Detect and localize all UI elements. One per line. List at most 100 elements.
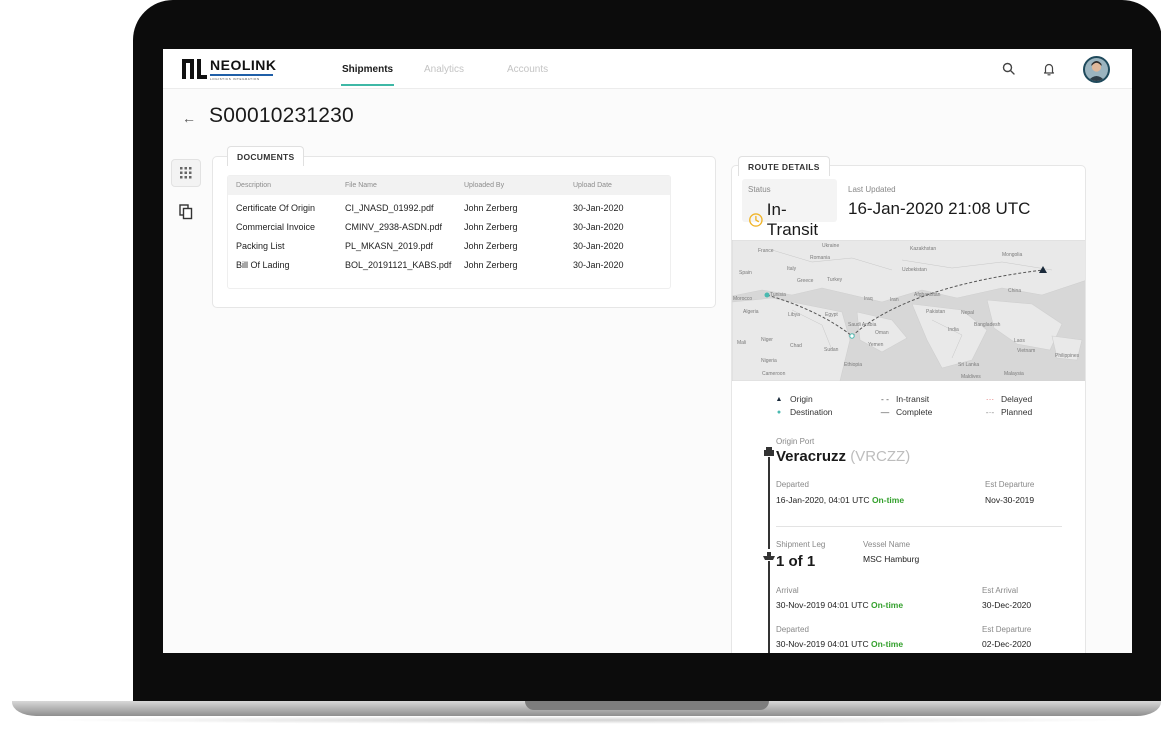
leg-departed-value: 30-Nov-2019 04:01 UTC On-time <box>776 639 903 649</box>
legend-destination-symbol: ● <box>776 408 782 416</box>
origin-departed-value: 16-Jan-2020, 04:01 UTC On-time <box>776 495 904 505</box>
legend-destination: ● Destination <box>772 407 833 417</box>
tab-shipments[interactable]: Shipments <box>342 64 393 75</box>
legend-delayed: ··· Delayed <box>983 394 1032 404</box>
cell-upload-date: 30-Jan-2020 <box>573 203 624 213</box>
map-label: Niger <box>761 337 773 343</box>
destination-marker <box>764 292 770 298</box>
map-label: Mongolia <box>1002 252 1023 258</box>
shipment-leg-value: 1 of 1 <box>776 553 816 570</box>
column-header-file-name: File Name <box>345 182 377 189</box>
leg-est-departure-value: 02-Dec-2020 <box>982 639 1032 649</box>
arrival-label: Arrival <box>776 586 799 595</box>
route-details-card: Status In-Transit Last Updated 16-Jan-20… <box>731 165 1086 653</box>
top-navbar: NEOLINK LOGISTICS INTEGRATION Shipments … <box>163 49 1132 89</box>
route-map[interactable]: France Ukraine Kazakhstan Mongolia Roman… <box>732 240 1085 381</box>
brand-tagline: LOGISTICS INTEGRATION <box>210 77 260 81</box>
legend-planned: -·- Planned <box>983 407 1032 417</box>
map-label: Libya <box>788 312 800 318</box>
search-icon[interactable] <box>1001 61 1017 77</box>
origin-est-departure-label: Est Departure <box>985 480 1035 489</box>
leg-departed-time: 30-Nov-2019 04:01 UTC <box>776 639 869 649</box>
leg-departed-status: On-time <box>870 639 904 649</box>
timeline-divider <box>776 526 1062 527</box>
cell-upload-date: 30-Jan-2020 <box>573 241 624 251</box>
cell-description: Commercial Invoice <box>236 222 316 232</box>
back-button[interactable]: ← <box>182 110 196 126</box>
laptop-shadow <box>40 716 1140 724</box>
user-avatar[interactable] <box>1083 56 1110 83</box>
map-label: Pakistan <box>926 309 946 315</box>
map-label: Turkey <box>827 277 843 283</box>
origin-departed-time: 16-Jan-2020, 04:01 UTC <box>776 495 870 505</box>
documents-tab[interactable]: DOCUMENTS <box>227 146 305 166</box>
origin-est-departure-value: Nov-30-2019 <box>985 495 1035 505</box>
ship-icon <box>762 549 776 561</box>
legend-origin: ▲ Origin <box>772 394 813 404</box>
map-label: Iran <box>890 297 899 303</box>
status-value: In-Transit <box>748 200 837 240</box>
map-label: Malaysia <box>1004 371 1024 377</box>
origin-port-code: (VRCZZ) <box>850 448 911 465</box>
cell-file-name[interactable]: BOL_20191121_KABS.pdf <box>345 260 451 270</box>
cell-file-name[interactable]: CI_JNASD_01992.pdf <box>345 203 434 213</box>
est-arrival-value: 30-Dec-2020 <box>982 600 1032 610</box>
arrival-status: On-time <box>870 600 904 610</box>
map-label: Oman <box>875 330 889 336</box>
origin-port-name: Veracruzz (VRCZZ) <box>776 448 910 465</box>
status-label: Status <box>748 185 771 194</box>
legend-label: In-transit <box>896 394 930 404</box>
documents-table: Description File Name Uploaded By Upload… <box>227 175 671 289</box>
map-label: Greece <box>797 278 814 284</box>
map-label: Italy <box>787 266 797 272</box>
legend-delayed-symbol: ··· <box>985 394 995 404</box>
map-label: Tunisia <box>770 292 786 298</box>
grid-icon <box>180 167 192 179</box>
laptop-notch <box>525 701 769 710</box>
status-box: Status In-Transit <box>742 179 837 239</box>
map-label: China <box>1008 288 1022 294</box>
laptop-mockup: NEOLINK LOGISTICS INTEGRATION Shipments … <box>0 0 1161 734</box>
map-label: Ethiopia <box>844 362 863 368</box>
documents-card: Description File Name Uploaded By Upload… <box>212 156 716 308</box>
cell-description: Certificate Of Origin <box>236 203 316 213</box>
route-details-tab[interactable]: ROUTE DETAILS <box>738 156 830 176</box>
origin-port-label: Origin Port <box>776 437 815 446</box>
column-header-upload-date: Upload Date <box>573 182 612 189</box>
tab-analytics[interactable]: Analytics <box>424 64 464 75</box>
map-label: Nepal <box>961 310 975 316</box>
cell-file-name[interactable]: CMINV_2938-ASDN.pdf <box>345 222 442 232</box>
documents-table-header: Description File Name Uploaded By Upload… <box>228 176 670 195</box>
map-label: Iraq <box>864 296 873 302</box>
grid-view-button[interactable] <box>171 159 201 187</box>
legend-label: Origin <box>790 394 813 404</box>
active-tab-indicator <box>341 84 394 86</box>
route-map-graphic <box>732 240 1085 381</box>
legend-label: Delayed <box>1001 394 1033 404</box>
cell-file-name[interactable]: PL_MKASN_2019.pdf <box>345 241 433 251</box>
arrival-time: 30-Nov-2019 04:01 UTC <box>776 600 869 610</box>
brand-logo[interactable]: NEOLINK LOGISTICS INTEGRATION <box>182 57 277 81</box>
tab-accounts[interactable]: Accounts <box>507 64 548 75</box>
legend-in-transit-symbol: - - <box>880 394 890 404</box>
map-label: Romania <box>810 255 831 261</box>
arrival-value: 30-Nov-2019 04:01 UTC On-time <box>776 600 903 610</box>
map-label: Egypt <box>825 312 838 318</box>
map-label: Saudi Arabia <box>848 322 877 328</box>
leg-est-departure-label: Est Departure <box>982 625 1032 634</box>
app-screen: NEOLINK LOGISTICS INTEGRATION Shipments … <box>163 49 1132 653</box>
origin-departed-status: On-time <box>871 495 905 505</box>
vessel-name-label: Vessel Name <box>863 540 911 549</box>
column-header-uploaded-by: Uploaded By <box>464 182 505 189</box>
map-label: Maldives <box>961 374 981 380</box>
map-label: Nigeria <box>761 358 777 364</box>
bell-icon[interactable] <box>1041 61 1057 77</box>
last-updated-label: Last Updated <box>848 185 896 194</box>
map-label: Afghanistan <box>914 292 941 298</box>
copy-button[interactable] <box>171 198 201 226</box>
cell-uploaded-by: John Zerberg <box>464 222 518 232</box>
map-label: Laos <box>1014 338 1025 344</box>
status-text: In-Transit <box>766 200 819 239</box>
legend-in-transit: - - In-transit <box>878 394 929 404</box>
brand-underline <box>210 74 273 76</box>
